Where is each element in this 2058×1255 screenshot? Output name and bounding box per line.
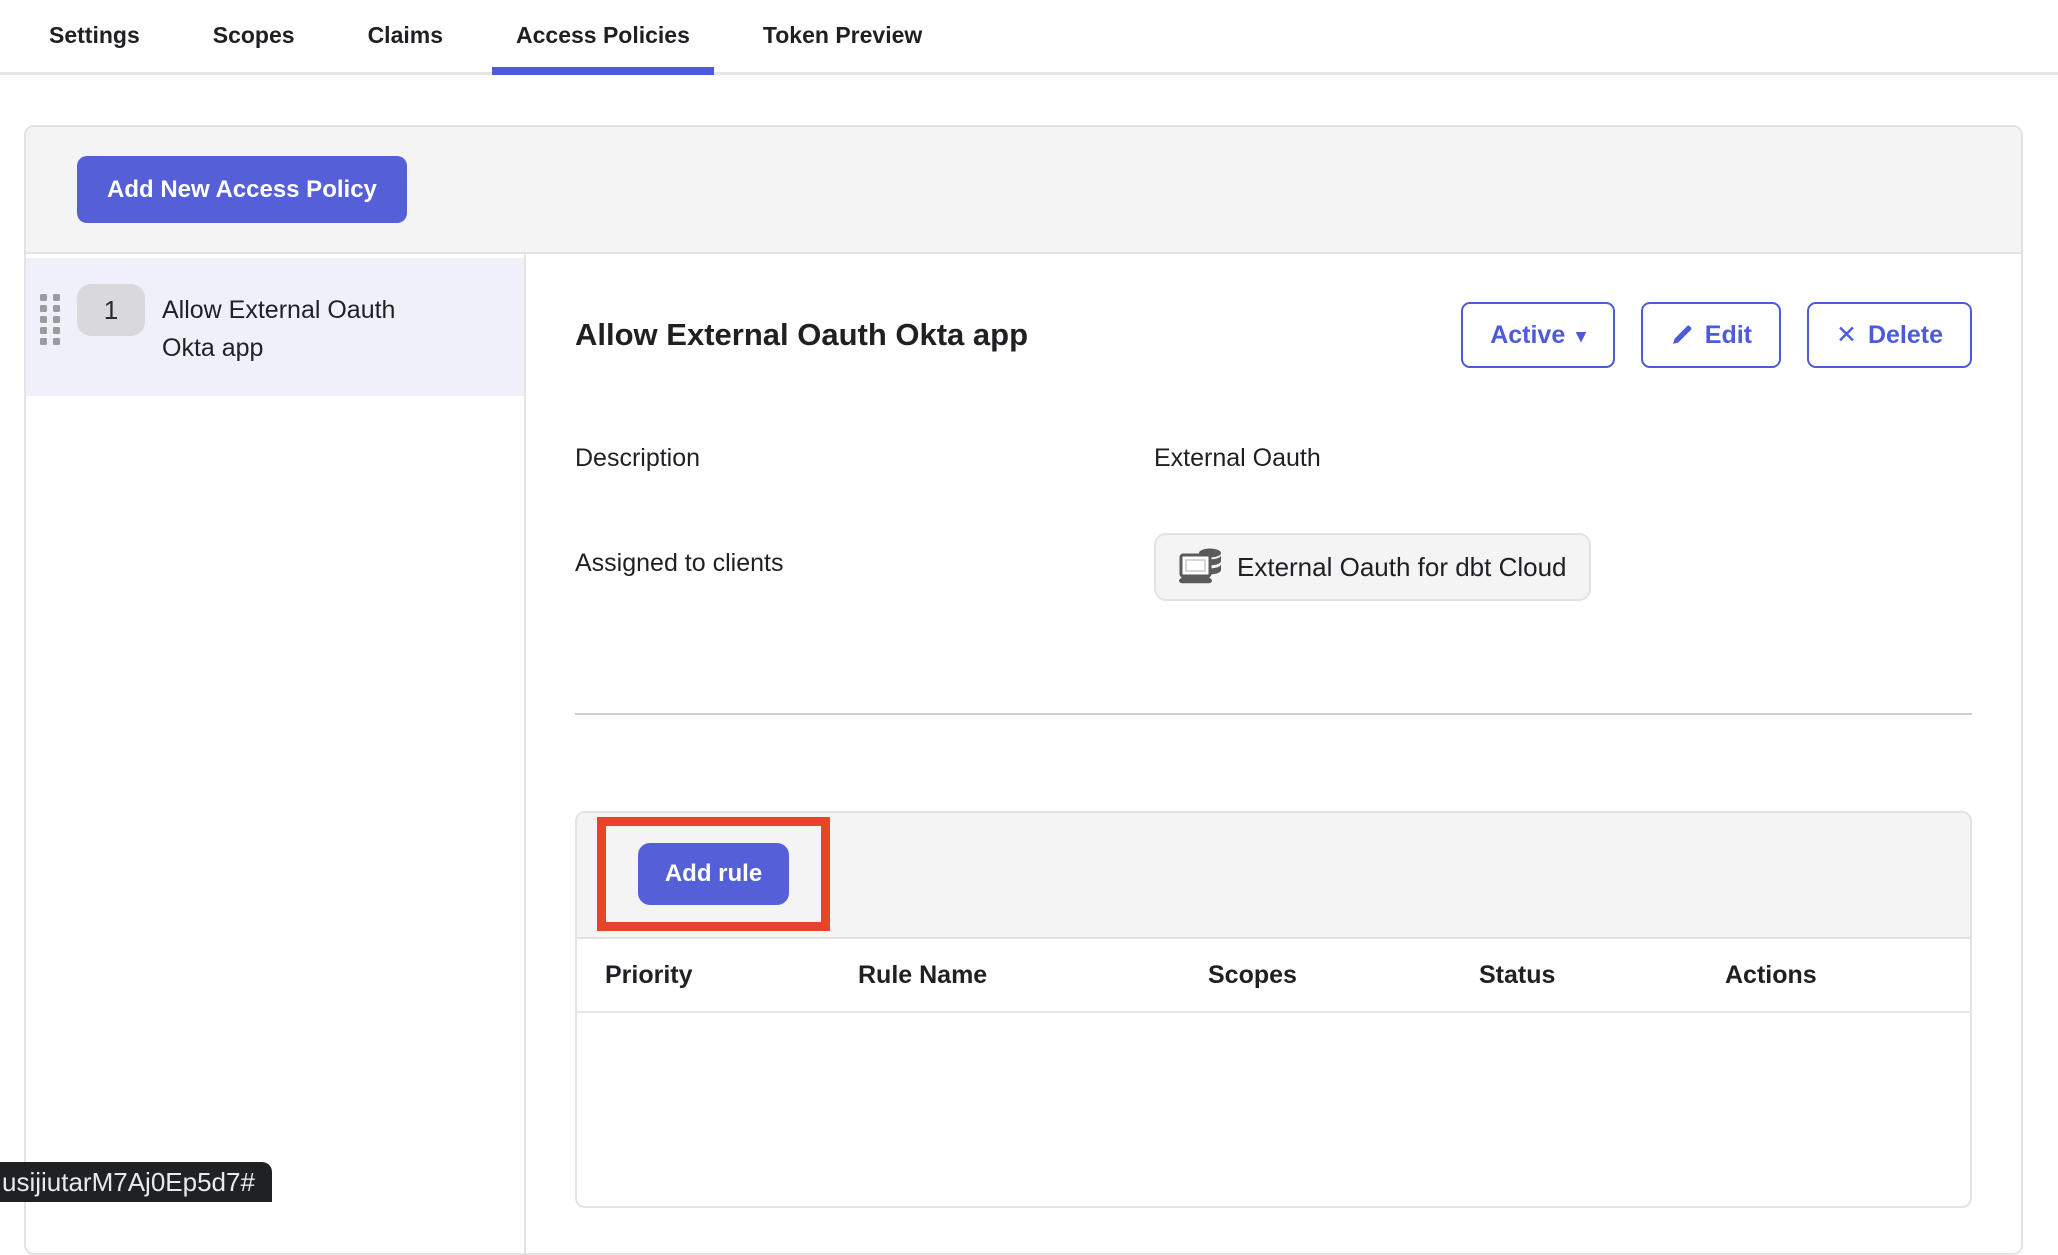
column-header-priority: Priority xyxy=(605,961,858,990)
client-app-icon xyxy=(1178,546,1224,588)
delete-policy-button[interactable]: ✕ Delete xyxy=(1807,302,1972,368)
rules-table-header-row: Priority Rule Name Scopes Status Actions xyxy=(577,939,1970,1013)
tab-scopes[interactable]: Scopes xyxy=(189,0,319,75)
assigned-client-chip: External Oauth for dbt Cloud xyxy=(1154,533,1591,601)
panel-toolbar: Add New Access Policy xyxy=(26,127,2021,254)
tab-claims[interactable]: Claims xyxy=(344,0,467,75)
column-header-status: Status xyxy=(1479,961,1725,990)
policy-status-label: Active xyxy=(1490,321,1565,350)
delete-button-label: Delete xyxy=(1868,321,1943,350)
chevron-down-icon: ▾ xyxy=(1576,325,1586,348)
drag-handle-icon[interactable] xyxy=(40,294,60,345)
assigned-to-clients-label: Assigned to clients xyxy=(575,533,1154,578)
tab-access-policies[interactable]: Access Policies xyxy=(492,0,714,75)
assigned-client-name: External Oauth for dbt Cloud xyxy=(1237,552,1567,583)
add-new-access-policy-button[interactable]: Add New Access Policy xyxy=(77,156,407,223)
description-label: Description xyxy=(575,428,1154,473)
policy-status-dropdown[interactable]: Active ▾ xyxy=(1461,302,1615,368)
edit-button-label: Edit xyxy=(1705,321,1752,350)
rules-table-empty-body xyxy=(577,1013,1970,1206)
policy-action-buttons: Active ▾ Edit ✕ Delete xyxy=(1461,302,1972,368)
link-preview-statusbar: usijiutarM7Aj0Ep5d7# xyxy=(0,1162,272,1202)
policy-title: Allow External Oauth Okta app xyxy=(575,317,1028,353)
tab-bar: Settings Scopes Claims Access Policies T… xyxy=(0,0,2058,75)
policy-list-item[interactable]: 1 Allow External Oauth Okta app xyxy=(26,258,524,396)
section-divider xyxy=(575,713,1972,715)
policy-list-sidebar: 1 Allow External Oauth Okta app xyxy=(26,254,526,1253)
description-value: External Oauth xyxy=(1154,428,1972,473)
tab-settings[interactable]: Settings xyxy=(25,0,164,75)
annotation-highlight-box: Add rule xyxy=(597,817,830,931)
pencil-icon xyxy=(1670,323,1694,347)
edit-policy-button[interactable]: Edit xyxy=(1641,302,1781,368)
rules-table-card: Add rule Priority Rule Name Scopes Statu… xyxy=(575,811,1972,1208)
policy-priority-badge: 1 xyxy=(77,284,145,336)
column-header-scopes: Scopes xyxy=(1208,961,1479,990)
policy-detail-pane: Allow External Oauth Okta app Active ▾ E… xyxy=(526,254,2021,1253)
tab-token-preview[interactable]: Token Preview xyxy=(739,0,946,75)
access-policies-panel: Add New Access Policy 1 Allow External O… xyxy=(24,125,2023,1255)
column-header-rule-name: Rule Name xyxy=(858,961,1208,990)
x-icon: ✕ xyxy=(1836,320,1857,350)
rules-toolbar: Add rule xyxy=(577,813,1970,939)
column-header-actions: Actions xyxy=(1725,961,1970,990)
policy-name-label: Allow External Oauth Okta app xyxy=(162,284,452,367)
add-rule-button[interactable]: Add rule xyxy=(638,843,789,905)
